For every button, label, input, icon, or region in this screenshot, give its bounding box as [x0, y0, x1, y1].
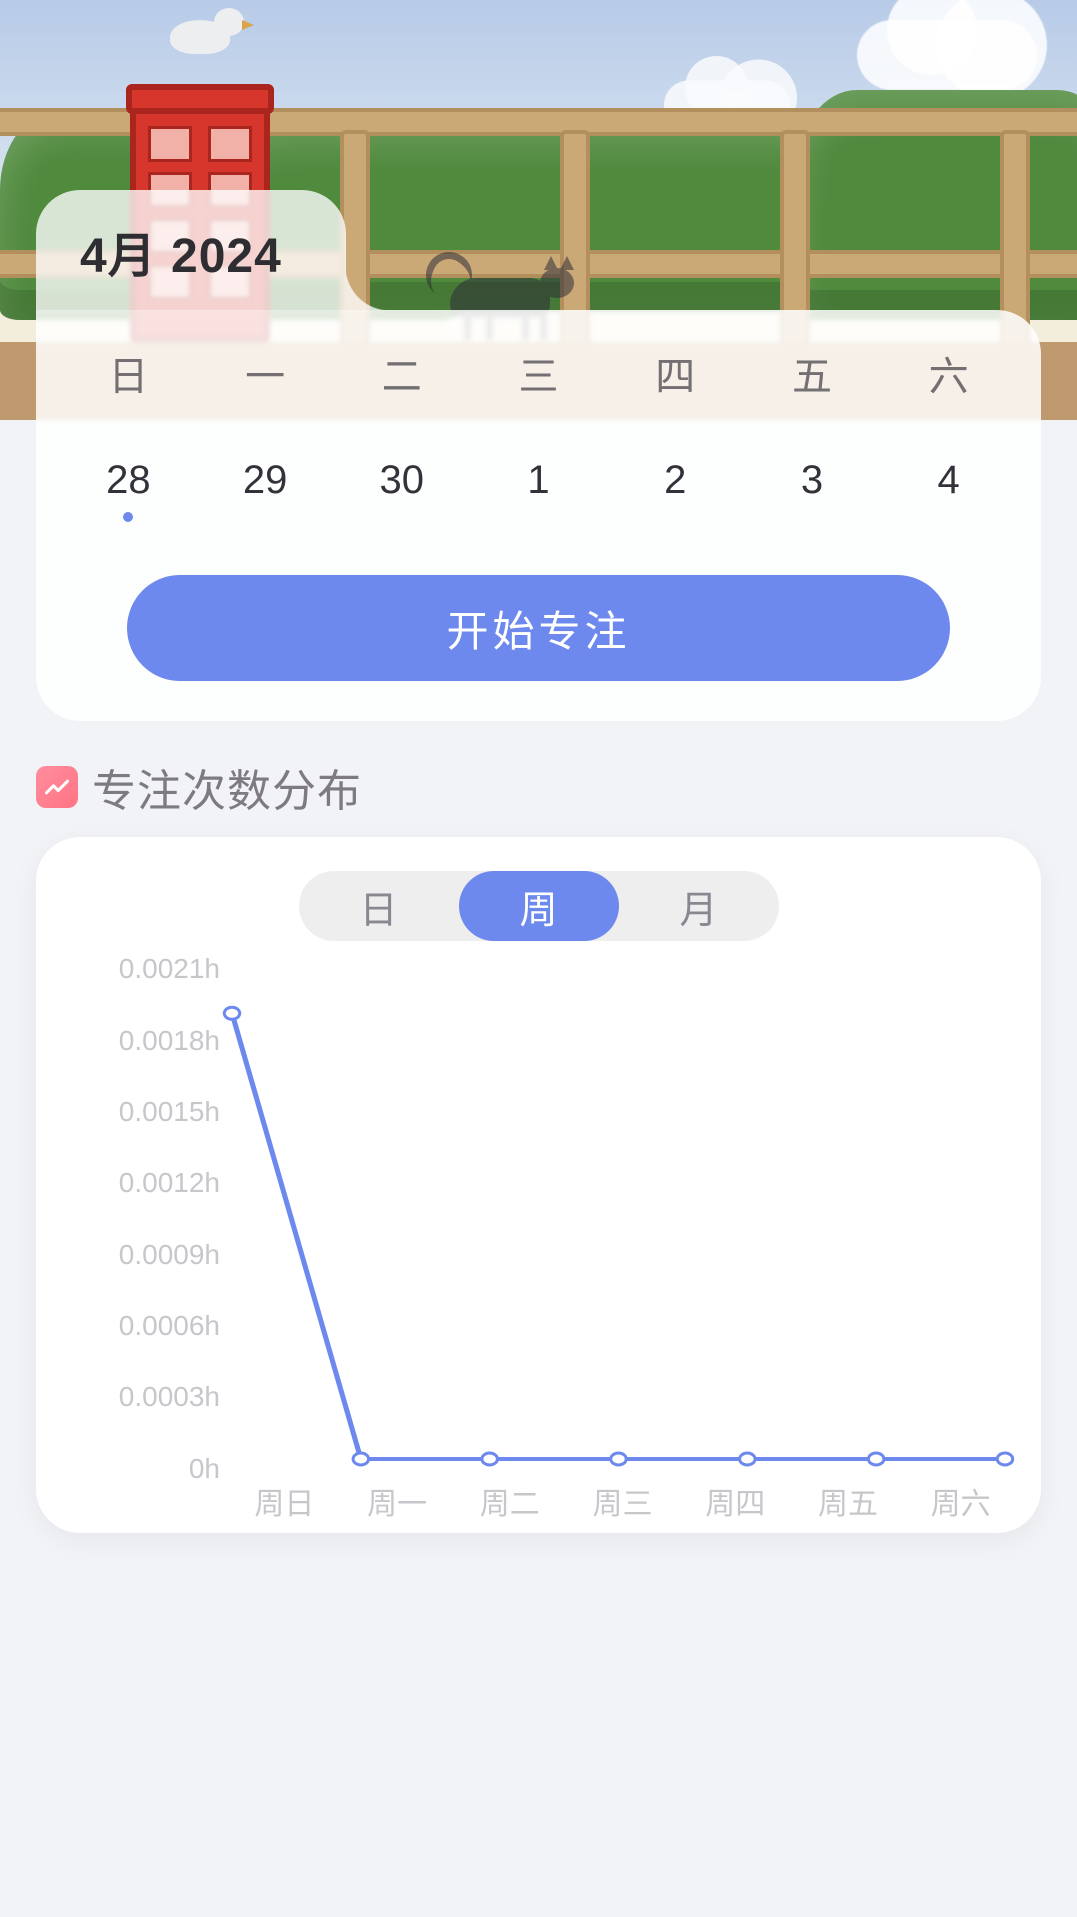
chart-y-tick: 0.0015h [60, 1096, 220, 1128]
range-tab[interactable]: 周 [459, 871, 619, 941]
weekday-header: 日 一 二 三 四 五 六 [60, 344, 1017, 402]
chart-y-tick: 0.0006h [60, 1310, 220, 1342]
day-number: 30 [380, 458, 425, 502]
day-cell[interactable]: 4 [880, 458, 1017, 503]
day-cell[interactable]: 1 [470, 458, 607, 503]
start-focus-button[interactable]: 开始专注 [127, 575, 950, 681]
month-label: 4月 2024 [80, 216, 282, 286]
selected-dot-icon [123, 512, 133, 522]
chart-y-tick: 0.0012h [60, 1167, 220, 1199]
weekday-cell: 三 [470, 344, 607, 402]
weekday-cell: 五 [744, 344, 881, 402]
chart-y-tick: 0.0003h [60, 1381, 220, 1413]
range-tab[interactable]: 日 [299, 871, 459, 941]
section-header: 专注次数分布 [0, 721, 1077, 837]
chart-line-icon [36, 766, 78, 808]
weekday-cell: 六 [880, 344, 1017, 402]
day-cell[interactable]: 2 [607, 458, 744, 503]
chart-y-tick: 0.0009h [60, 1239, 220, 1271]
chart-x-label: 周四 [679, 1479, 792, 1523]
chart-x-label: 周六 [904, 1479, 1017, 1523]
focus-chart-card: 日周月 0.0021h 0.0018h 0.0015h 0.0012h 0.0009h 0… [36, 837, 1041, 1533]
day-number: 2 [664, 458, 686, 502]
weekday-cell: 二 [333, 344, 470, 402]
calendar-card: 4月 2024 日 一 二 三 四 五 六 28 29 30 1 2 3 4 开始专注 [0, 190, 1077, 721]
month-tab[interactable]: 4月 2024 [36, 190, 346, 310]
day-number: 4 [938, 458, 960, 502]
weekday-cell: 日 [60, 344, 197, 402]
chart-plot [232, 969, 1005, 1469]
chart-x-label: 周五 [792, 1479, 905, 1523]
day-cell[interactable]: 28 [60, 458, 197, 503]
day-number: 29 [243, 458, 288, 502]
day-number: 28 [106, 458, 151, 502]
weekday-cell: 一 [197, 344, 334, 402]
chart-y-tick: 0h [60, 1453, 220, 1485]
day-cell[interactable]: 29 [197, 458, 334, 503]
chart-y-tick: 0.0021h [60, 953, 220, 985]
chart-x-label: 周二 [453, 1479, 566, 1523]
chart-x-label: 周三 [566, 1479, 679, 1523]
chart-x-label: 周日 [228, 1479, 341, 1523]
section-title-text: 专注次数分布 [92, 755, 362, 819]
weekday-cell: 四 [607, 344, 744, 402]
day-number: 1 [527, 458, 549, 502]
day-cell[interactable]: 30 [333, 458, 470, 503]
chart-y-tick: 0.0018h [60, 1025, 220, 1057]
day-cell[interactable]: 3 [744, 458, 881, 503]
chart-area: 0.0021h0.0018h0.0015h0.0012h0.0009h0.000… [60, 959, 1021, 1479]
range-segmented-control: 日周月 [299, 871, 779, 941]
chart-x-label: 周一 [341, 1479, 454, 1523]
chart-x-axis: 周日周一周二周三周四周五周六 [56, 1479, 1021, 1523]
range-tab[interactable]: 月 [619, 871, 779, 941]
day-number: 3 [801, 458, 823, 502]
day-row: 28 29 30 1 2 3 4 [60, 458, 1017, 503]
